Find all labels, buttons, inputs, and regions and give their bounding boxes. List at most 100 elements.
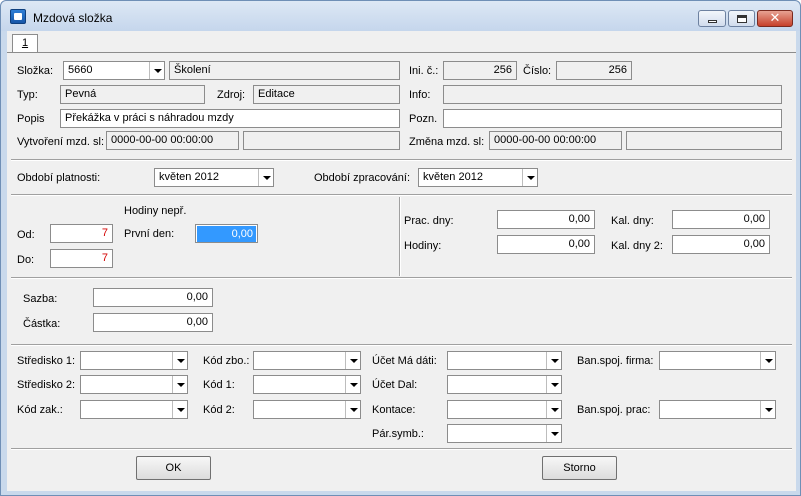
kod1-combo[interactable] [253,375,361,394]
slozka-label: Složka: [17,65,54,77]
prac-dny-input[interactable]: 0,00 [497,210,595,229]
popis-input[interactable]: Překážka v práci s náhradou mzdy [60,109,400,128]
ini-label: Ini. č.: [409,65,439,77]
kontace-label: Kontace: [372,404,416,416]
storno-button[interactable]: Storno [542,456,617,480]
vytvoreni-user-field [243,131,400,150]
minimize-button[interactable] [698,10,726,27]
ucet-ma-dati-combo[interactable] [447,351,562,370]
od-label: Od: [17,229,35,241]
od-input[interactable]: 7 [50,224,113,243]
kal-dny-label: Kal. dny: [611,215,654,227]
stredisko2-label: Středisko 2: [17,379,76,391]
ini-field: 256 [443,61,517,80]
slozka-code-combo[interactable]: 5660 [63,61,165,80]
chevron-down-icon[interactable] [345,352,360,369]
chevron-down-icon[interactable] [760,352,775,369]
chevron-down-icon[interactable] [172,352,187,369]
kal-dny2-label: Kal. dny 2: [611,240,663,252]
kod-zbo-combo[interactable] [253,351,361,370]
chevron-down-icon[interactable] [149,62,164,79]
chevron-down-icon[interactable] [258,169,273,186]
chevron-down-icon[interactable] [345,376,360,393]
castka-label: Částka: [23,318,61,330]
prvni-den-label: První den: [124,228,175,240]
minimize-icon [707,20,717,23]
par-symb-combo[interactable] [447,424,562,443]
separator [11,159,792,161]
hodiny-label: Hodiny: [404,240,442,252]
stredisko1-combo[interactable] [80,351,188,370]
kal-dny-input[interactable]: 0,00 [672,210,770,229]
chevron-down-icon[interactable] [172,401,187,418]
do-label: Do: [17,254,35,266]
separator [399,197,401,276]
cislo-field: 256 [556,61,632,80]
obdobi-zpracovani-combo[interactable]: květen 2012 [418,168,538,187]
ucet-dal-label: Účet Dal: [372,379,418,391]
kod2-combo[interactable] [253,400,361,419]
separator [11,448,792,450]
popis-label: Popis [17,113,45,125]
obdobi-platnosti-combo[interactable]: květen 2012 [154,168,274,187]
ban-firma-combo[interactable] [659,351,776,370]
kod-zak-label: Kód zak.: [17,404,63,416]
cislo-label: Číslo: [523,65,552,77]
do-input[interactable]: 7 [50,249,113,268]
hodiny-input[interactable]: 0,00 [497,235,595,254]
stredisko2-combo[interactable] [80,375,188,394]
chevron-down-icon[interactable] [546,425,561,442]
slozka-code-value: 5660 [68,64,93,76]
sazba-input[interactable]: 0,00 [93,288,213,307]
pozn-input[interactable] [443,109,782,128]
sazba-label: Sazba: [23,293,58,305]
chevron-down-icon[interactable] [546,376,561,393]
kontace-combo[interactable] [447,400,562,419]
obdobi-zpracovani-label: Období zpracování: [314,172,411,184]
kod-zak-combo[interactable] [80,400,188,419]
kal-dny2-input[interactable]: 0,00 [672,235,770,254]
zdroj-label: Zdroj: [217,89,246,101]
chevron-down-icon[interactable] [172,376,187,393]
separator [11,344,792,346]
ban-prac-combo[interactable] [659,400,776,419]
castka-input[interactable]: 0,00 [93,313,213,332]
kod1-label: Kód 1: [203,379,235,391]
kod2-label: Kód 2: [203,404,235,416]
par-symb-label: Pár.symb.: [372,428,424,440]
typ-label: Typ: [17,89,38,101]
chevron-down-icon[interactable] [546,401,561,418]
ucet-dal-combo[interactable] [447,375,562,394]
app-icon [10,9,26,24]
chevron-down-icon[interactable] [546,352,561,369]
tab-1[interactable]: 1 [12,34,38,53]
prvni-den-input[interactable]: 0,00 [195,224,258,243]
form-content: Složka: 5660 Školení Ini. č.: 256 Číslo:… [7,52,796,491]
obdobi-zpracovani-value: květen 2012 [423,171,483,183]
ok-button[interactable]: OK [136,456,211,480]
zdroj-field: Editace [253,85,400,104]
prvni-den-value: 0,00 [197,226,256,242]
vytvoreni-date-field: 0000-00-00 00:00:00 [106,131,239,150]
ban-prac-label: Ban.spoj. prac: [577,404,651,416]
kod-zbo-label: Kód zbo.: [203,355,250,367]
hodiny-nepr-label: Hodiny nepř. [124,205,187,217]
chevron-down-icon[interactable] [345,401,360,418]
close-button[interactable]: ✕ [757,10,793,27]
obdobi-platnosti-label: Období platnosti: [17,172,101,184]
chevron-down-icon[interactable] [760,401,775,418]
window-title: Mzdová složka [33,11,113,25]
stredisko1-label: Středisko 1: [17,355,76,367]
close-icon: ✕ [769,11,781,26]
typ-field: Pevná [60,85,205,104]
slozka-name-field: Školení [169,61,400,80]
maximize-button[interactable] [728,10,755,27]
tab-strip: 1 [7,31,796,53]
dialog-window: Mzdová složka ✕ 1 Složka: 5660 Školení I… [0,0,801,496]
title-bar[interactable]: Mzdová složka ✕ [1,1,800,31]
separator [11,194,792,196]
info-field [443,85,782,104]
zmena-label: Změna mzd. sl: [409,136,485,148]
chevron-down-icon[interactable] [522,169,537,186]
obdobi-platnosti-value: květen 2012 [159,171,219,183]
